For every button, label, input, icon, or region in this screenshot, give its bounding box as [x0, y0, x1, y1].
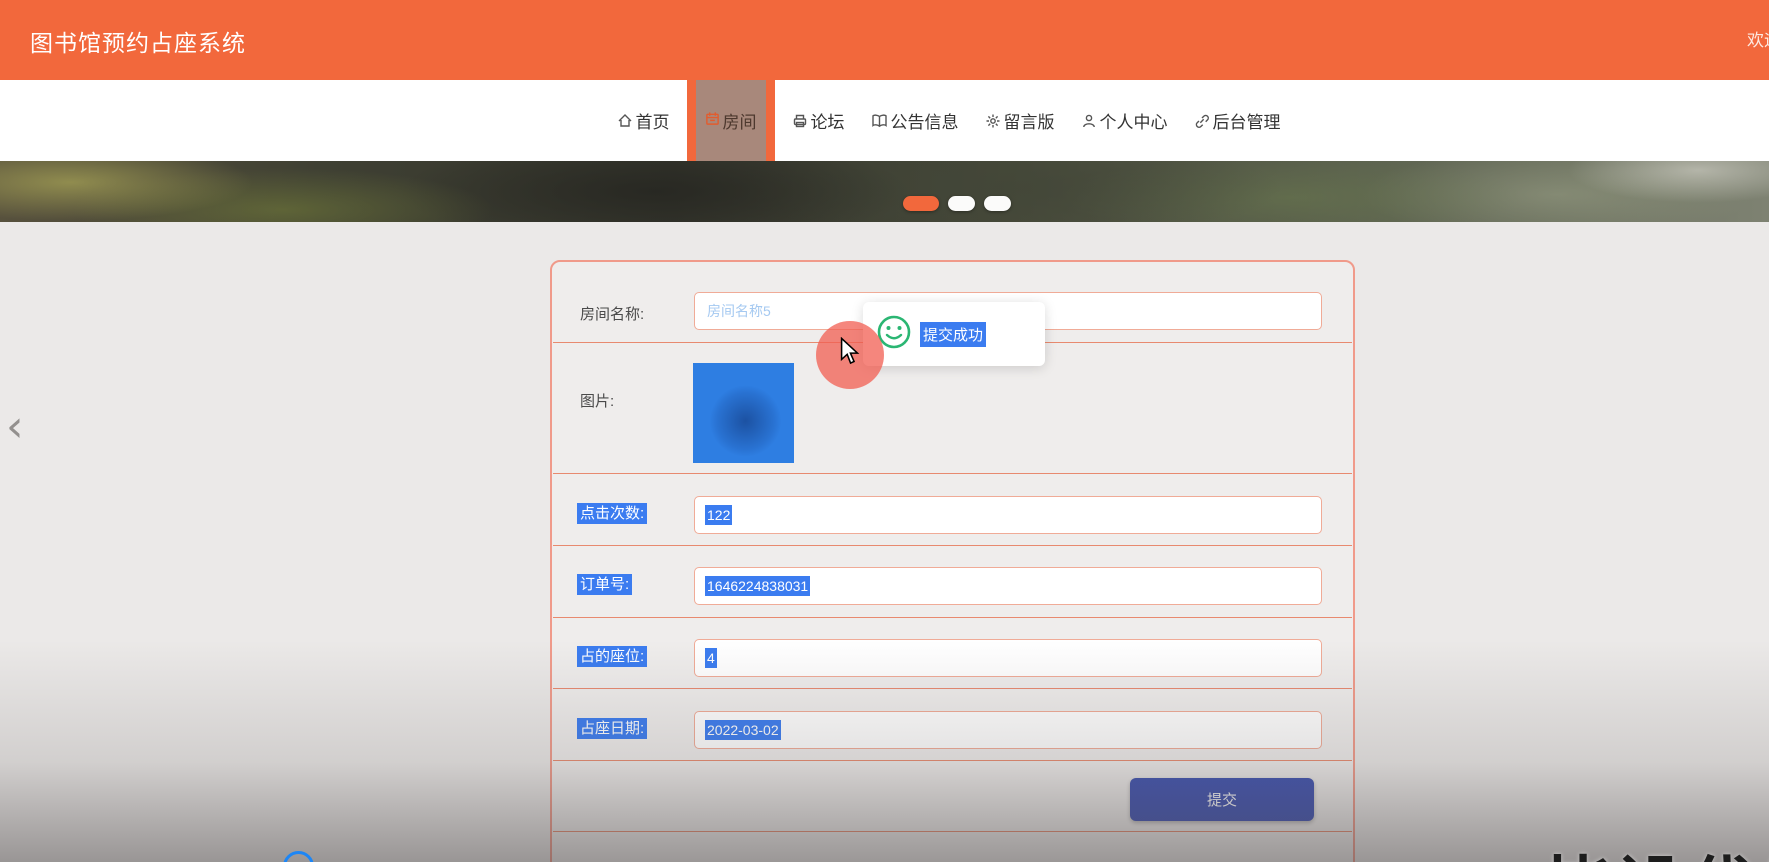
image-preview[interactable]	[693, 363, 794, 463]
clicks-input[interactable]: 122	[694, 496, 1322, 534]
nav-item-label: 论坛	[810, 113, 845, 132]
divider	[553, 545, 1352, 546]
order-number-value: 1646224838031	[705, 576, 811, 596]
carousel-dots	[903, 196, 1011, 211]
calendar-icon	[705, 111, 720, 131]
success-toast: 提交成功	[863, 302, 1045, 366]
divider	[553, 831, 1352, 832]
home-icon	[617, 113, 633, 129]
nav-item-rooms-pill: 房间	[695, 80, 766, 161]
date-value: 2022-03-02	[705, 720, 781, 740]
person-icon	[1081, 113, 1097, 129]
nav-item-label: 房间	[722, 113, 757, 132]
divider	[553, 617, 1352, 618]
submit-button[interactable]: 提交	[1130, 778, 1314, 821]
seat-input[interactable]: 4	[694, 639, 1322, 677]
toast-message: 提交成功	[920, 321, 987, 347]
nav-item-rooms[interactable]: 房间	[686, 80, 775, 161]
app-title: 图书馆预约占座系统	[30, 30, 246, 56]
link-icon	[1194, 113, 1210, 129]
nav-item-home[interactable]: 首页	[604, 80, 683, 161]
welcome-text: 欢迎	[1747, 31, 1769, 50]
divider	[553, 760, 1352, 761]
banner-image	[0, 161, 1769, 222]
nav-bar: 首页 房间 论坛 公告信息 留言版 个人中心 后台管理	[0, 80, 1769, 161]
order-number-label: 订单号:	[577, 574, 633, 595]
room-name-label: 房间名称:	[580, 306, 645, 323]
image-label: 图片:	[580, 393, 615, 410]
divider	[553, 473, 1352, 474]
date-input[interactable]: 2022-03-02	[694, 711, 1322, 749]
clicks-label: 点击次数:	[577, 503, 648, 524]
cursor-pointer-icon	[838, 336, 862, 370]
nav-menu: 首页 房间 论坛 公告信息 留言版 个人中心 后台管理	[604, 80, 1294, 161]
nav-item-label: 公告信息	[890, 113, 959, 132]
seat-value: 4	[705, 648, 717, 668]
watermark-text: 毕设代做	[1545, 833, 1769, 862]
carousel-prev-arrow[interactable]: ‹	[6, 405, 24, 449]
chat-widget-circle	[283, 851, 314, 862]
order-number-input[interactable]: 1646224838031	[694, 567, 1322, 605]
nav-item-label: 后台管理	[1212, 113, 1281, 132]
nav-item-profile[interactable]: 个人中心	[1068, 80, 1181, 161]
nav-item-forum[interactable]: 论坛	[779, 80, 858, 161]
carousel-dot[interactable]	[984, 196, 1011, 211]
divider	[553, 688, 1352, 689]
header-bar: 图书馆预约占座系统 欢迎	[0, 0, 1769, 80]
carousel-dot[interactable]	[903, 196, 939, 211]
nav-item-announcements[interactable]: 公告信息	[858, 80, 972, 161]
book-icon	[871, 113, 888, 129]
gear-icon	[985, 113, 1001, 129]
clicks-value: 122	[705, 505, 733, 525]
nav-item-label: 留言版	[1003, 113, 1055, 132]
carousel-dot[interactable]	[948, 196, 975, 211]
nav-item-messageboard[interactable]: 留言版	[972, 80, 1068, 161]
nav-item-label: 个人中心	[1099, 113, 1168, 132]
date-label: 占座日期:	[577, 718, 648, 739]
printer-icon	[792, 113, 808, 129]
seat-label: 占的座位:	[577, 646, 648, 667]
nav-item-label: 首页	[635, 113, 670, 132]
nav-item-admin[interactable]: 后台管理	[1181, 80, 1294, 161]
